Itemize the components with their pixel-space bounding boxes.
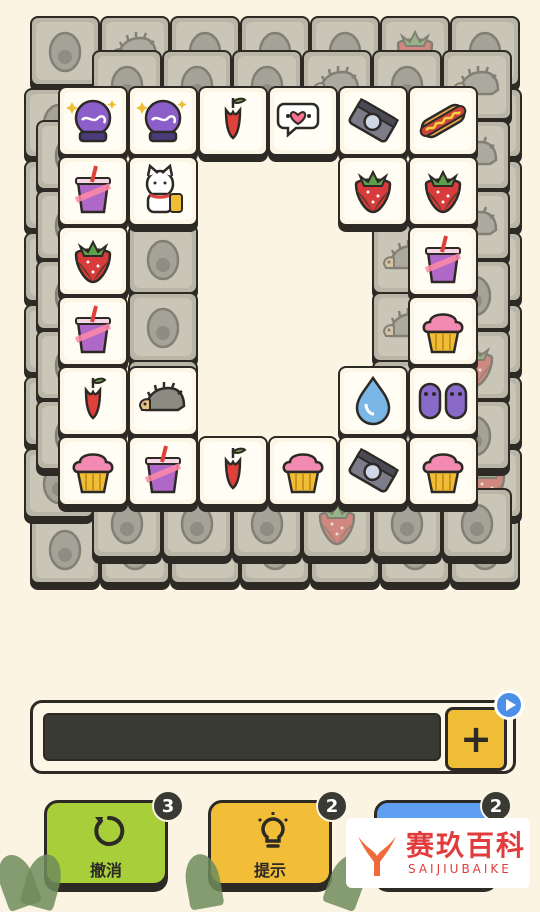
game-board — [0, 0, 540, 600]
slot-well — [43, 713, 441, 761]
cupcake-icon — [422, 313, 464, 354]
strawberry-icon — [354, 169, 392, 214]
avocado-icon — [146, 239, 180, 281]
tile-hedgehog[interactable] — [128, 366, 198, 436]
tile-cupcake[interactable] — [268, 436, 338, 506]
bubble-tea-icon — [424, 235, 462, 284]
tile-lucky-cat[interactable] — [128, 156, 198, 226]
tile-strawberry[interactable] — [58, 226, 128, 296]
tile-slot-bar: + — [30, 700, 516, 774]
tile-hotdog[interactable] — [408, 86, 478, 156]
lucky-cat-icon — [145, 164, 183, 214]
watermark-logo: 赛玖百科 SAIJIUBAIKE — [346, 818, 530, 888]
tile-chat-heart[interactable] — [268, 86, 338, 156]
back-tile — [128, 224, 198, 294]
cat-icon — [48, 529, 82, 571]
tile-red-flower[interactable] — [198, 436, 268, 506]
undo-label: 撤消 — [89, 861, 122, 880]
crystal-ball-icon — [136, 99, 187, 143]
red-flower-icon — [224, 447, 247, 490]
hint-label: 提示 — [253, 861, 286, 880]
strawberry-icon — [424, 169, 462, 214]
camera-icon — [348, 97, 400, 143]
undo-icon — [94, 815, 125, 846]
hint-button[interactable]: 提示 — [208, 800, 332, 886]
cupcake-icon — [282, 453, 324, 494]
water-drop-icon — [355, 375, 391, 426]
slippers-icon — [418, 382, 468, 420]
strawberry-icon — [74, 239, 112, 284]
cupcake-icon — [72, 453, 114, 494]
tile-cupcake[interactable] — [408, 296, 478, 366]
lightbulb-icon — [257, 812, 289, 848]
whale-tail-icon — [358, 836, 396, 876]
red-flower-icon — [224, 97, 247, 140]
hint-count-badge: 2 — [316, 790, 348, 822]
tile-crystal-ball[interactable] — [58, 86, 128, 156]
avocado-icon — [48, 31, 82, 73]
chat-heart-icon — [276, 102, 320, 138]
tile-slippers[interactable] — [408, 366, 478, 436]
back-tile — [128, 292, 198, 362]
back-tile — [30, 16, 100, 86]
bubble-tea-icon — [74, 305, 112, 354]
tile-red-flower[interactable] — [198, 86, 268, 156]
tile-bubble-tea[interactable] — [408, 226, 478, 296]
hotdog-icon — [419, 103, 467, 139]
play-video-icon[interactable] — [494, 690, 524, 720]
tile-strawberry[interactable] — [338, 156, 408, 226]
tile-bubble-tea[interactable] — [58, 156, 128, 226]
add-slot-button[interactable]: + — [445, 707, 507, 771]
tile-camera[interactable] — [338, 436, 408, 506]
tile-camera[interactable] — [338, 86, 408, 156]
back-tile — [30, 514, 100, 584]
camera-icon — [348, 447, 400, 493]
tile-bubble-tea[interactable] — [58, 296, 128, 366]
red-flower-icon — [84, 377, 107, 420]
tile-cupcake[interactable] — [58, 436, 128, 506]
undo-button[interactable]: 撤消 — [44, 800, 168, 886]
watermark-en: SAIJIUBAIKE — [408, 862, 512, 876]
tile-crystal-ball[interactable] — [128, 86, 198, 156]
cupcake-icon — [422, 453, 464, 494]
bubble-tea-icon — [144, 445, 182, 494]
avocado-icon — [146, 307, 180, 349]
hedgehog-icon — [138, 382, 186, 412]
tile-strawberry[interactable] — [408, 156, 478, 226]
tile-water-drop[interactable] — [338, 366, 408, 436]
undo-count-badge: 3 — [152, 790, 184, 822]
tile-bubble-tea[interactable] — [128, 436, 198, 506]
crystal-ball-icon — [66, 99, 117, 143]
bubble-tea-icon — [74, 165, 112, 214]
tile-red-flower[interactable] — [58, 366, 128, 436]
tile-cupcake[interactable] — [408, 436, 478, 506]
watermark-cn: 赛玖百科 — [406, 829, 527, 862]
